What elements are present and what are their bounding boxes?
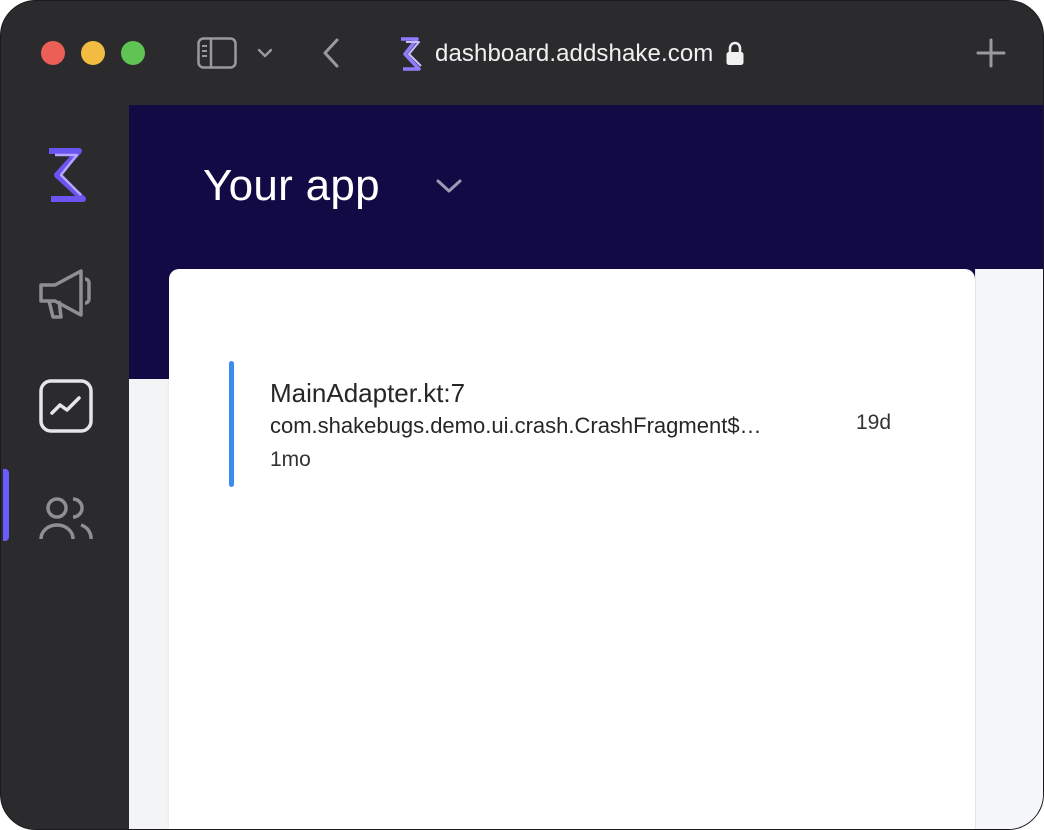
users-icon — [39, 497, 93, 540]
app-sidebar — [1, 105, 129, 829]
sidebar-toggle-icon[interactable] — [197, 37, 237, 69]
maximize-window-button[interactable] — [121, 41, 145, 65]
site-favicon-icon — [401, 37, 422, 71]
sidebar-item-crashes[interactable] — [1, 361, 129, 451]
new-tab-icon[interactable] — [975, 37, 1007, 69]
shake-logo-icon — [49, 148, 86, 202]
main-content: Your app MainAdapter.kt:7 com.shakebugs.… — [129, 105, 1043, 829]
app-title: Your app — [203, 161, 380, 210]
browser-titlebar: dashboard.addshake.com — [1, 1, 1043, 105]
close-window-button[interactable] — [41, 41, 65, 65]
sidebar-item-home[interactable] — [1, 129, 129, 219]
crash-severity-bar — [229, 361, 234, 487]
lock-icon — [726, 41, 744, 65]
crash-title: MainAdapter.kt:7 — [270, 378, 466, 408]
detail-pane — [975, 269, 1043, 829]
chart-icon — [39, 379, 93, 433]
sidebar-item-announcements[interactable] — [1, 249, 129, 339]
crash-subtitle: com.shakebugs.demo.ui.crash.CrashFragmen… — [270, 413, 762, 438]
url-text: dashboard.addshake.com — [435, 40, 714, 67]
crash-list-card: MainAdapter.kt:7 com.shakebugs.demo.ui.c… — [169, 269, 975, 829]
address-bar[interactable]: dashboard.addshake.com — [395, 34, 745, 74]
crash-first-seen: 1mo — [270, 448, 311, 471]
sidebar-item-users[interactable] — [1, 473, 129, 563]
crash-last-seen: 19d — [856, 411, 892, 434]
minimize-window-button[interactable] — [81, 41, 105, 65]
chevron-down-icon[interactable] — [257, 47, 273, 59]
app-switcher-chevron-icon[interactable] — [435, 177, 463, 195]
megaphone-icon — [39, 269, 91, 319]
browser-window: dashboard.addshake.com Your app MainAdap… — [0, 0, 1044, 830]
back-icon[interactable] — [319, 37, 343, 69]
crash-list-item[interactable]: MainAdapter.kt:7 com.shakebugs.demo.ui.c… — [229, 361, 929, 487]
